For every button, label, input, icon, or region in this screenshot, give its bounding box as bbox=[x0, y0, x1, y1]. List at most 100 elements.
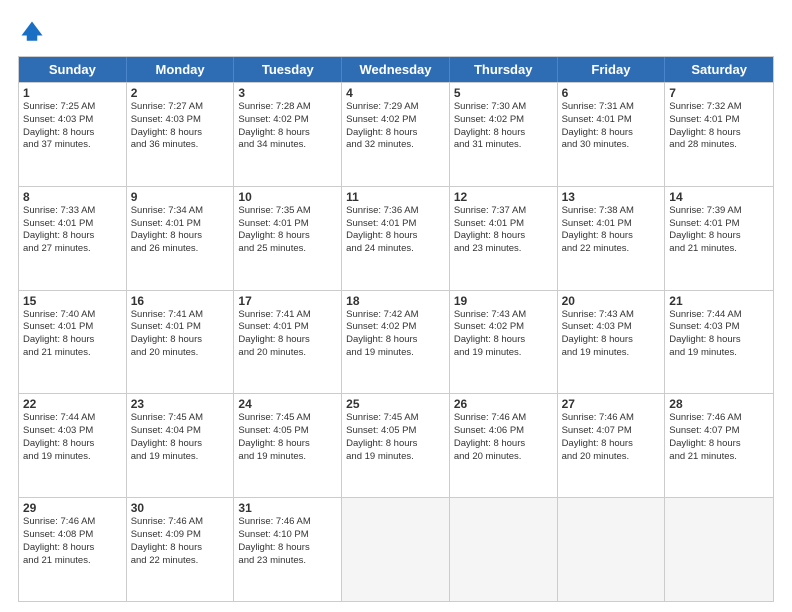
day-number: 1 bbox=[23, 86, 122, 100]
day-number: 13 bbox=[562, 190, 661, 204]
day-cell-28: 28Sunrise: 7:46 AMSunset: 4:07 PMDayligh… bbox=[665, 394, 773, 497]
cell-info-line: Daylight: 8 hours bbox=[131, 438, 230, 451]
cell-info-line: Daylight: 8 hours bbox=[669, 127, 769, 140]
cell-info-line: and 34 minutes. bbox=[238, 139, 337, 152]
cell-info-line: Sunset: 4:01 PM bbox=[562, 218, 661, 231]
day-cell-24: 24Sunrise: 7:45 AMSunset: 4:05 PMDayligh… bbox=[234, 394, 342, 497]
day-cell-22: 22Sunrise: 7:44 AMSunset: 4:03 PMDayligh… bbox=[19, 394, 127, 497]
day-number: 22 bbox=[23, 397, 122, 411]
cell-info-line: Sunrise: 7:32 AM bbox=[669, 101, 769, 114]
header-day-wednesday: Wednesday bbox=[342, 57, 450, 82]
logo bbox=[18, 18, 50, 46]
cell-info-line: Sunset: 4:07 PM bbox=[562, 425, 661, 438]
cell-info-line: Sunset: 4:03 PM bbox=[23, 425, 122, 438]
header-day-tuesday: Tuesday bbox=[234, 57, 342, 82]
day-number: 7 bbox=[669, 86, 769, 100]
cell-info-line: Sunrise: 7:28 AM bbox=[238, 101, 337, 114]
cell-info-line: Sunrise: 7:38 AM bbox=[562, 205, 661, 218]
cell-info-line: Sunset: 4:02 PM bbox=[346, 321, 445, 334]
cell-info-line: Daylight: 8 hours bbox=[23, 230, 122, 243]
cell-info-line: Sunrise: 7:41 AM bbox=[238, 309, 337, 322]
cell-info-line: Sunrise: 7:43 AM bbox=[454, 309, 553, 322]
cell-info-line: Sunset: 4:01 PM bbox=[131, 218, 230, 231]
day-cell-26: 26Sunrise: 7:46 AMSunset: 4:06 PMDayligh… bbox=[450, 394, 558, 497]
cell-info-line: Sunrise: 7:27 AM bbox=[131, 101, 230, 114]
day-number: 19 bbox=[454, 294, 553, 308]
cell-info-line: and 21 minutes. bbox=[23, 347, 122, 360]
day-cell-17: 17Sunrise: 7:41 AMSunset: 4:01 PMDayligh… bbox=[234, 291, 342, 394]
cell-info-line: Daylight: 8 hours bbox=[23, 127, 122, 140]
cell-info-line: Sunrise: 7:41 AM bbox=[131, 309, 230, 322]
cell-info-line: Sunrise: 7:39 AM bbox=[669, 205, 769, 218]
cell-info-line: and 20 minutes. bbox=[454, 451, 553, 464]
header-day-saturday: Saturday bbox=[665, 57, 773, 82]
day-cell-8: 8Sunrise: 7:33 AMSunset: 4:01 PMDaylight… bbox=[19, 187, 127, 290]
day-cell-4: 4Sunrise: 7:29 AMSunset: 4:02 PMDaylight… bbox=[342, 83, 450, 186]
day-cell-10: 10Sunrise: 7:35 AMSunset: 4:01 PMDayligh… bbox=[234, 187, 342, 290]
cell-info-line: Daylight: 8 hours bbox=[238, 230, 337, 243]
empty-cell bbox=[342, 498, 450, 601]
cell-info-line: Sunrise: 7:35 AM bbox=[238, 205, 337, 218]
cell-info-line: Sunrise: 7:29 AM bbox=[346, 101, 445, 114]
cell-info-line: Sunset: 4:01 PM bbox=[131, 321, 230, 334]
cell-info-line: Sunrise: 7:43 AM bbox=[562, 309, 661, 322]
cell-info-line: Sunrise: 7:34 AM bbox=[131, 205, 230, 218]
day-cell-7: 7Sunrise: 7:32 AMSunset: 4:01 PMDaylight… bbox=[665, 83, 773, 186]
header-day-monday: Monday bbox=[127, 57, 235, 82]
cell-info-line: Daylight: 8 hours bbox=[131, 230, 230, 243]
cell-info-line: Daylight: 8 hours bbox=[669, 438, 769, 451]
day-number: 15 bbox=[23, 294, 122, 308]
header bbox=[18, 18, 774, 46]
cell-info-line: and 37 minutes. bbox=[23, 139, 122, 152]
day-number: 11 bbox=[346, 190, 445, 204]
cell-info-line: and 28 minutes. bbox=[669, 139, 769, 152]
day-number: 10 bbox=[238, 190, 337, 204]
week-row-5: 29Sunrise: 7:46 AMSunset: 4:08 PMDayligh… bbox=[19, 497, 773, 601]
cell-info-line: Sunrise: 7:46 AM bbox=[23, 516, 122, 529]
cell-info-line: and 20 minutes. bbox=[562, 451, 661, 464]
day-cell-29: 29Sunrise: 7:46 AMSunset: 4:08 PMDayligh… bbox=[19, 498, 127, 601]
cell-info-line: and 27 minutes. bbox=[23, 243, 122, 256]
cell-info-line: Sunset: 4:01 PM bbox=[23, 321, 122, 334]
day-number: 8 bbox=[23, 190, 122, 204]
cell-info-line: and 23 minutes. bbox=[454, 243, 553, 256]
cell-info-line: and 20 minutes. bbox=[131, 347, 230, 360]
day-number: 27 bbox=[562, 397, 661, 411]
cell-info-line: Sunrise: 7:45 AM bbox=[346, 412, 445, 425]
day-number: 16 bbox=[131, 294, 230, 308]
day-number: 14 bbox=[669, 190, 769, 204]
day-number: 18 bbox=[346, 294, 445, 308]
cell-info-line: Daylight: 8 hours bbox=[23, 438, 122, 451]
cell-info-line: Sunrise: 7:46 AM bbox=[562, 412, 661, 425]
cell-info-line: and 19 minutes. bbox=[131, 451, 230, 464]
day-number: 17 bbox=[238, 294, 337, 308]
cell-info-line: Daylight: 8 hours bbox=[238, 334, 337, 347]
header-day-friday: Friday bbox=[558, 57, 666, 82]
cell-info-line: Sunset: 4:02 PM bbox=[238, 114, 337, 127]
cell-info-line: Daylight: 8 hours bbox=[669, 334, 769, 347]
day-number: 31 bbox=[238, 501, 337, 515]
cell-info-line: Sunrise: 7:46 AM bbox=[669, 412, 769, 425]
day-number: 29 bbox=[23, 501, 122, 515]
cell-info-line: Daylight: 8 hours bbox=[131, 542, 230, 555]
day-cell-6: 6Sunrise: 7:31 AMSunset: 4:01 PMDaylight… bbox=[558, 83, 666, 186]
cell-info-line: Sunrise: 7:40 AM bbox=[23, 309, 122, 322]
day-number: 3 bbox=[238, 86, 337, 100]
day-number: 12 bbox=[454, 190, 553, 204]
day-cell-14: 14Sunrise: 7:39 AMSunset: 4:01 PMDayligh… bbox=[665, 187, 773, 290]
cell-info-line: Sunrise: 7:36 AM bbox=[346, 205, 445, 218]
cell-info-line: Sunset: 4:02 PM bbox=[454, 321, 553, 334]
cell-info-line: and 19 minutes. bbox=[454, 347, 553, 360]
cell-info-line: Sunrise: 7:37 AM bbox=[454, 205, 553, 218]
empty-cell bbox=[665, 498, 773, 601]
day-cell-21: 21Sunrise: 7:44 AMSunset: 4:03 PMDayligh… bbox=[665, 291, 773, 394]
day-number: 20 bbox=[562, 294, 661, 308]
cell-info-line: and 19 minutes. bbox=[669, 347, 769, 360]
day-cell-16: 16Sunrise: 7:41 AMSunset: 4:01 PMDayligh… bbox=[127, 291, 235, 394]
cell-info-line: Daylight: 8 hours bbox=[23, 542, 122, 555]
day-number: 9 bbox=[131, 190, 230, 204]
cell-info-line: and 22 minutes. bbox=[131, 555, 230, 568]
cell-info-line: Sunrise: 7:31 AM bbox=[562, 101, 661, 114]
header-day-thursday: Thursday bbox=[450, 57, 558, 82]
cell-info-line: Sunrise: 7:46 AM bbox=[454, 412, 553, 425]
